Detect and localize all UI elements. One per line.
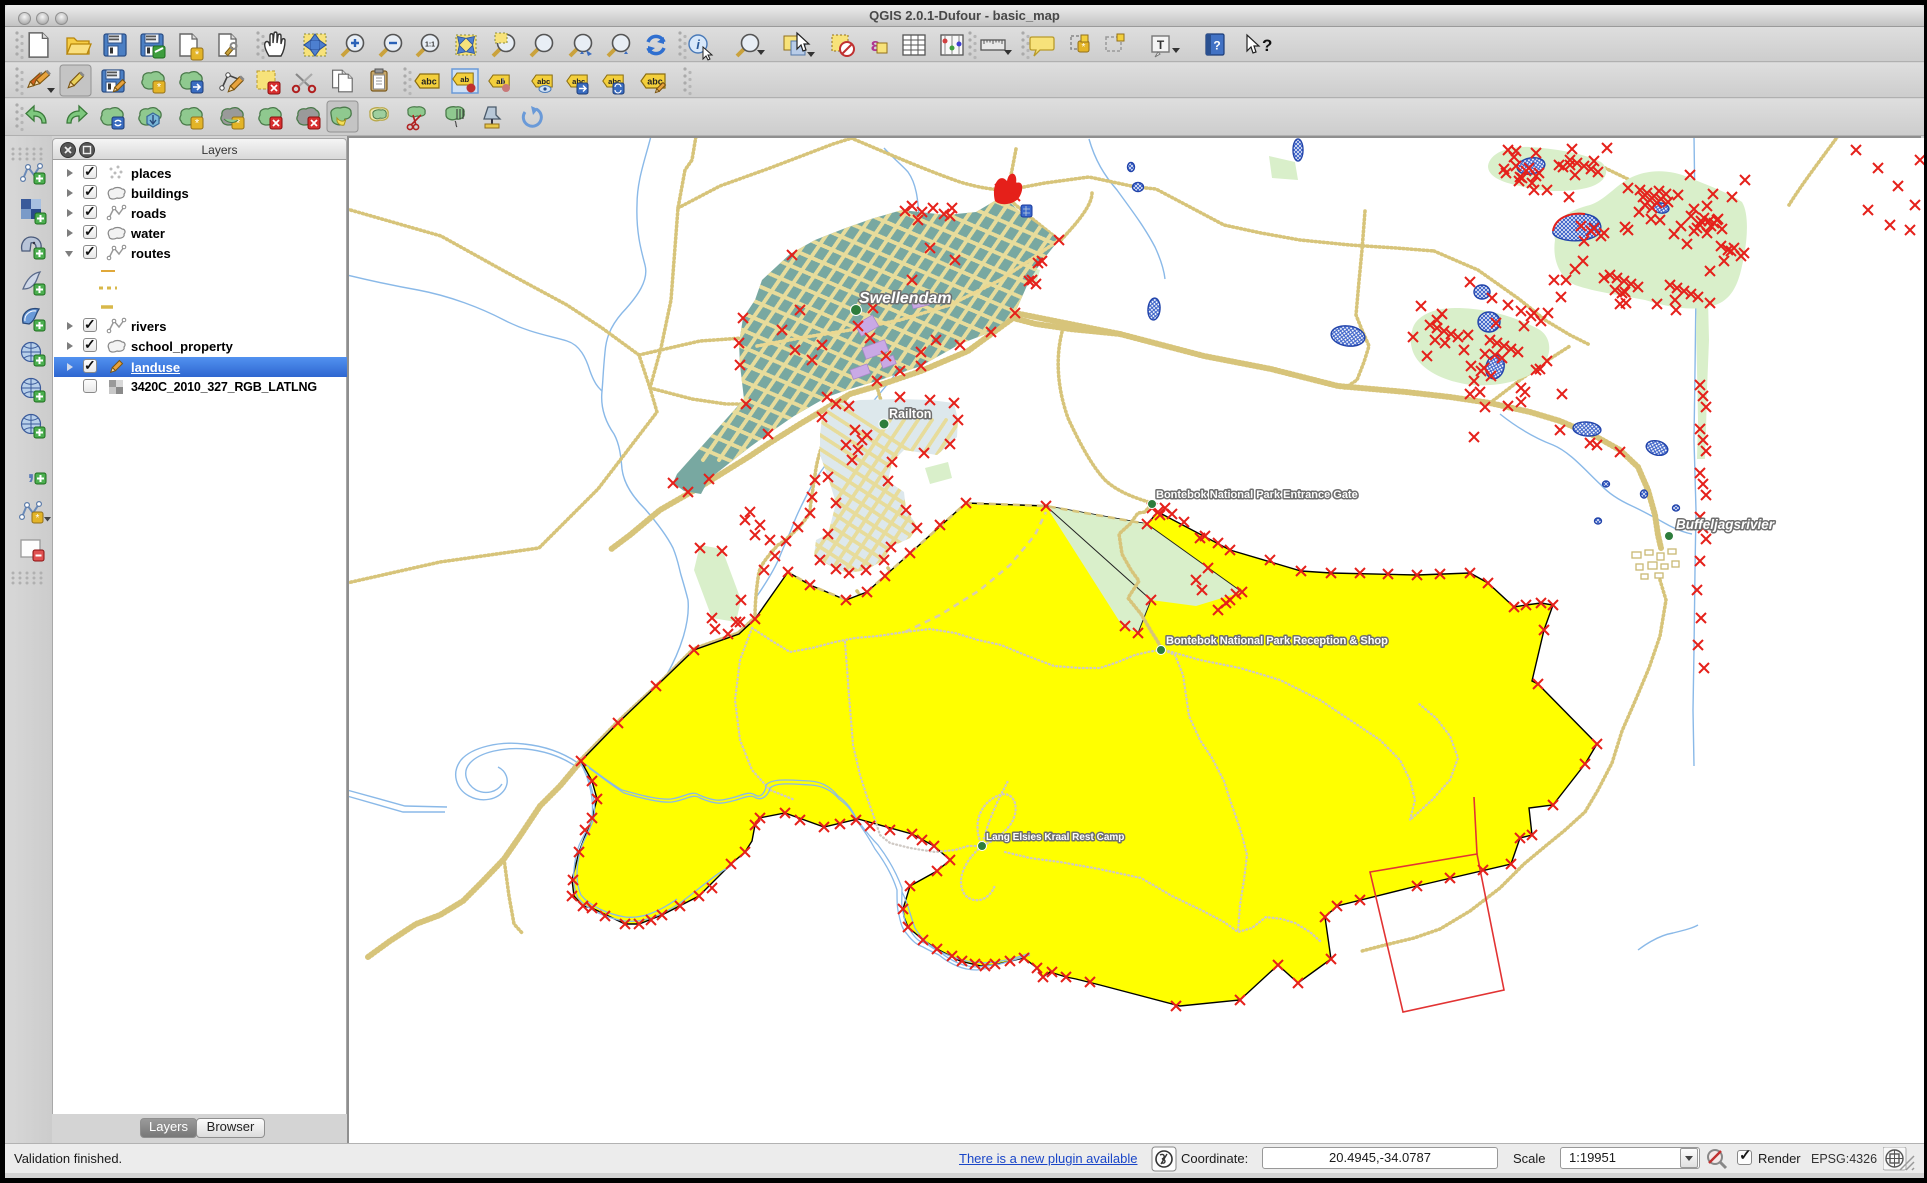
svg-text:Bontebok National Park Recepti: Bontebok National Park Reception & Shop [1166,635,1388,647]
svg-text:abc: abc [421,77,437,87]
svg-text:*: * [36,513,40,524]
svg-text:T: T [1157,38,1165,52]
svg-text:1:1: 1:1 [425,42,435,49]
svg-text:Railton: Railton [889,407,931,421]
svg-text:abc: abc [537,77,551,86]
svg-text:*: * [195,49,200,61]
svg-text:Bontebok National Park Entranc: Bontebok National Park Entrance Gate [1156,489,1358,501]
svg-text:*: * [236,118,241,130]
svg-text:?: ? [1213,39,1220,53]
svg-text:i: i [696,37,700,52]
svg-text:Buffeljagsrivier: Buffeljagsrivier [1676,517,1775,532]
svg-text:Lang Elsies Kraal Rest Camp: Lang Elsies Kraal Rest Camp [986,832,1124,843]
svg-text:*: * [1082,42,1086,53]
svg-text:ab: ab [460,75,469,84]
svg-text:Swellendam: Swellendam [859,290,951,307]
svg-text:?: ? [1262,36,1272,55]
svg-text:*: * [157,82,162,94]
svg-text:,: , [27,454,34,484]
svg-text:*: * [195,118,200,130]
